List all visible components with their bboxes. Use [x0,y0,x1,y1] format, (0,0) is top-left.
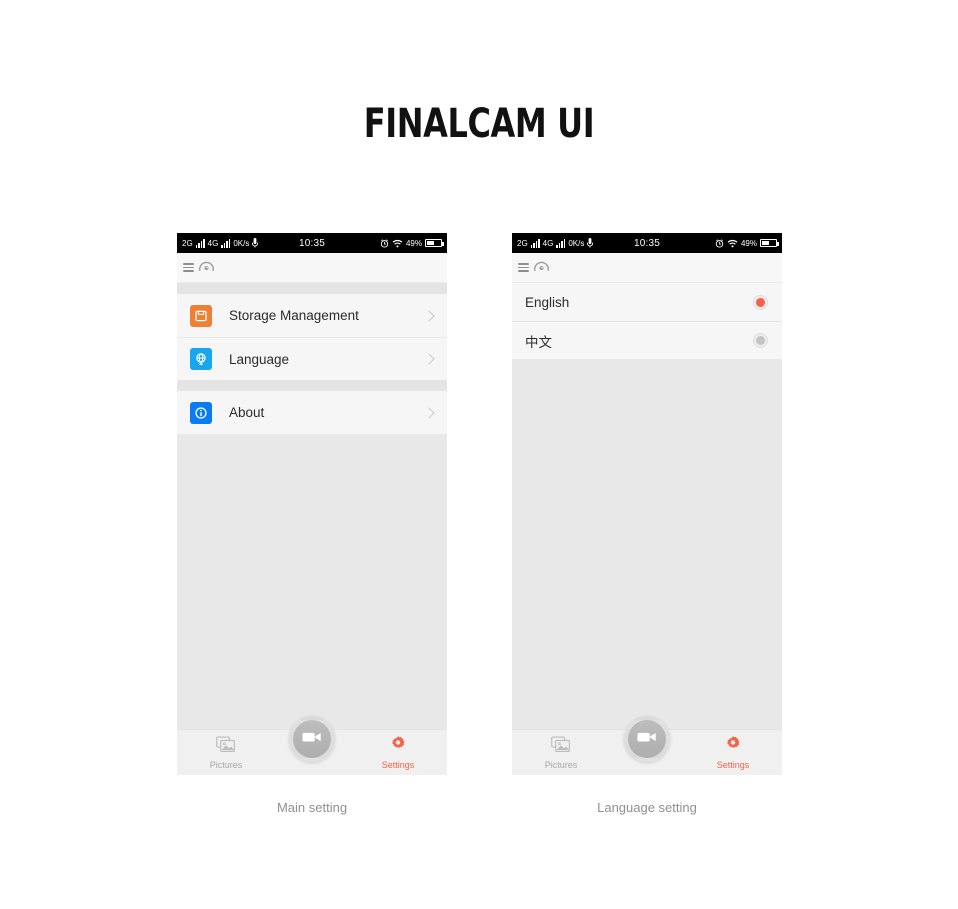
gear-icon [724,735,742,758]
chevron-right-icon [423,309,435,322]
settings-row-label: Storage Management [229,308,359,323]
screen-main-setting: 2G 4G 0K/s 10:35 49% Storage Management … [177,233,447,775]
speedometer-icon[interactable] [533,259,550,276]
caption-language-setting: Language setting [597,800,697,815]
gear-icon [389,735,407,758]
phone-mockup-language-setting: 2G 4G 0K/s 10:35 49% English 中文 Pictures… [512,233,782,775]
language-option-group: English 中文 [512,283,782,359]
status-bar-right: 49% [660,238,779,248]
video-camera-icon [637,730,657,749]
app-bar [177,253,447,283]
hamburger-menu-icon[interactable] [518,263,529,272]
bottom-nav-bar: Pictures Settings [512,716,782,775]
settings-row-language[interactable]: Language [177,337,447,380]
nav-item-pictures[interactable]: Pictures [512,735,610,770]
screen-language-setting: 2G 4G 0K/s 10:35 49% English 中文 Pictures… [512,233,782,775]
list-gap-top [177,283,447,294]
signal-bars-2g-icon [530,238,540,248]
page-title: FINALCAM UI [363,101,595,147]
language-option-label: 中文 [525,334,552,350]
bottom-nav-bar: Pictures Settings [177,716,447,775]
phone-mockup-main-setting: 2G 4G 0K/s 10:35 49% Storage Management … [177,233,447,775]
status-bar: 2G 4G 0K/s 10:35 49% [512,233,782,253]
settings-row-about[interactable]: About [177,391,447,434]
network-4g-label: 4G [207,238,219,248]
nav-label-pictures: Pictures [209,759,243,770]
video-camera-icon [302,730,322,749]
signal-bars-4g-icon [556,238,566,248]
wifi-icon [392,239,403,248]
radio-button-selected[interactable] [753,294,768,310]
network-speed-label: 0K/s [568,238,585,248]
settings-row-label: About [229,405,265,420]
status-bar-right: 49% [325,238,444,248]
alarm-icon [715,238,724,248]
network-2g-label: 2G [517,238,528,248]
wifi-icon [727,239,738,248]
content-empty-area [177,434,447,729]
nav-label-settings: Settings [381,760,415,770]
status-bar-time: 10:35 [298,237,326,249]
battery-percent-label: 49% [405,238,422,248]
capture-video-button[interactable] [289,716,335,762]
nav-item-pictures[interactable]: Pictures [177,735,275,770]
microphone-icon [587,238,594,248]
nav-item-settings[interactable]: Settings [684,735,782,770]
info-icon [190,401,212,424]
settings-row-storage-management[interactable]: Storage Management [177,294,447,337]
signal-bars-4g-icon [221,238,231,248]
speedometer-icon[interactable] [198,259,215,276]
globe-icon [190,348,212,370]
language-option-label: English [525,294,570,310]
battery-percent-label: 49% [740,238,757,248]
capture-video-button[interactable] [624,716,670,762]
battery-icon [760,239,779,247]
settings-group-secondary: About [177,391,447,434]
chevron-right-icon [423,406,435,419]
status-bar-left: 2G 4G 0K/s [517,238,634,248]
content-empty-area [512,359,782,729]
nav-item-settings[interactable]: Settings [349,735,447,770]
network-2g-label: 2G [182,238,193,248]
status-bar: 2G 4G 0K/s 10:35 49% [177,233,447,253]
list-gap-middle [177,380,447,391]
caption-main-setting: Main setting [276,800,348,815]
nav-label-pictures: Pictures [544,759,578,770]
storage-icon [190,304,212,327]
gallery-icon [551,735,571,758]
microphone-icon [252,238,259,248]
radio-button-unselected[interactable] [753,333,768,348]
nav-label-settings: Settings [716,760,750,770]
network-4g-label: 4G [542,238,554,248]
battery-icon [425,239,444,247]
gallery-icon [216,735,236,758]
language-option-chinese[interactable]: 中文 [512,321,782,359]
network-speed-label: 0K/s [233,238,250,248]
status-bar-time: 10:35 [633,237,661,249]
hamburger-menu-icon[interactable] [183,263,194,272]
app-bar [512,253,782,283]
chevron-right-icon [423,353,435,365]
settings-row-label: Language [229,351,290,367]
status-bar-left: 2G 4G 0K/s [182,238,299,248]
alarm-icon [380,238,389,248]
signal-bars-2g-icon [195,238,205,248]
settings-group-primary: Storage Management Language [177,294,447,380]
language-option-english[interactable]: English [512,283,782,321]
